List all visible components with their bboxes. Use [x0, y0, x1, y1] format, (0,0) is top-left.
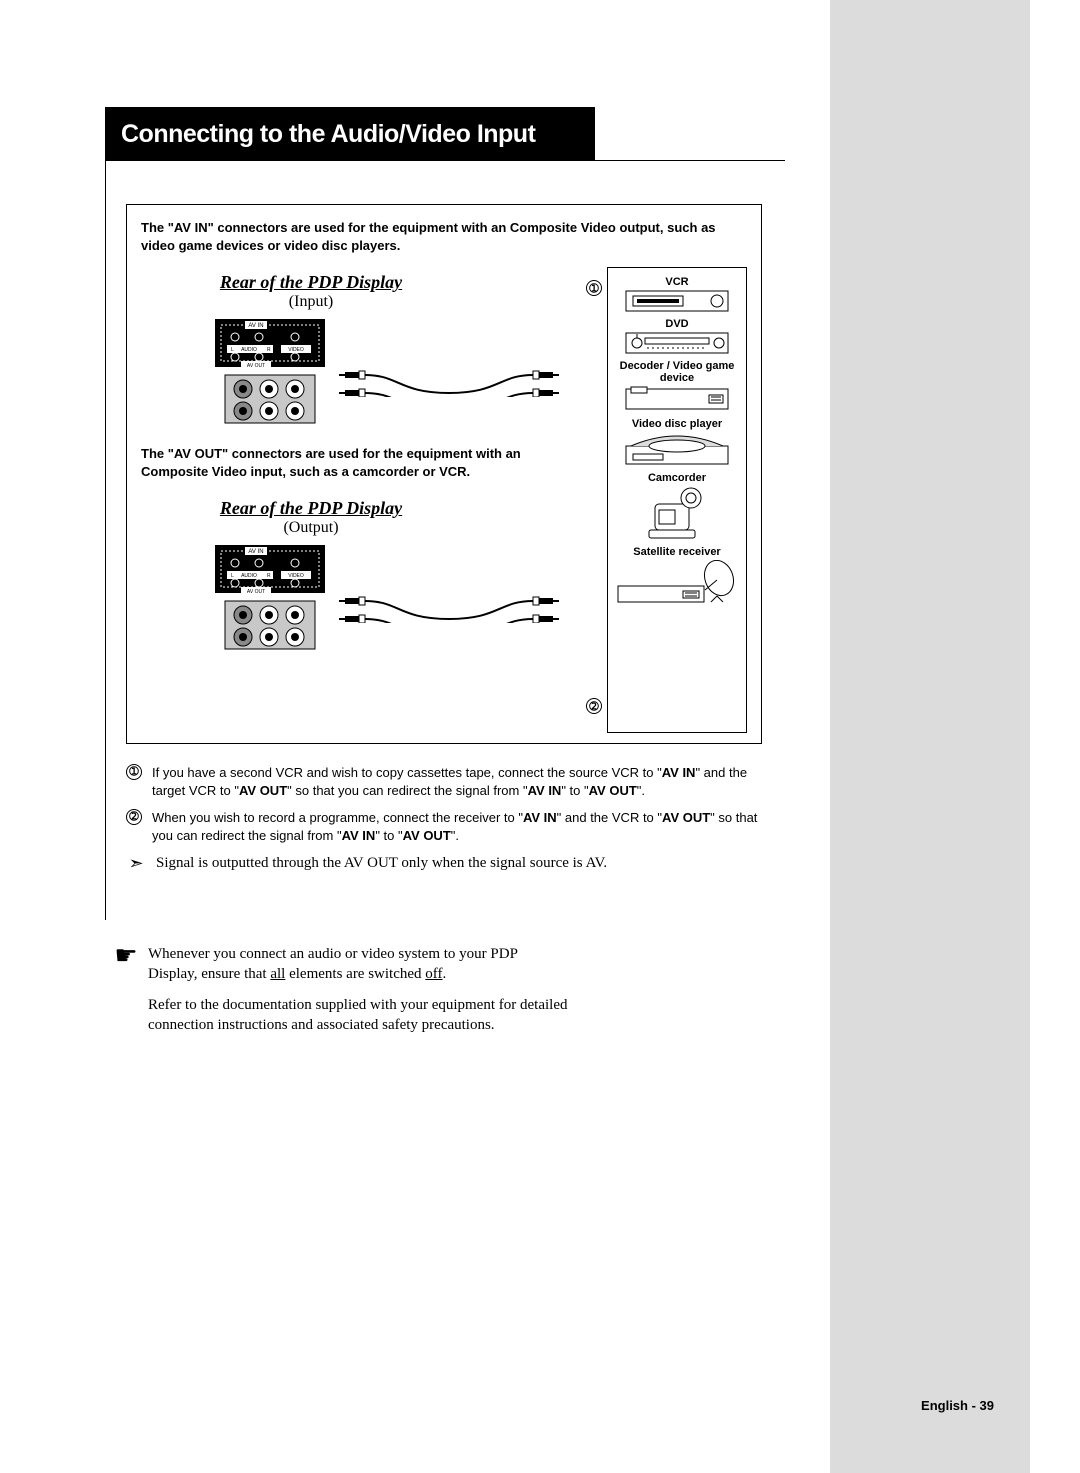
note-2: ➁ When you wish to record a programme, c… [126, 809, 762, 844]
av-panel-input: AV IN L AUDIO R VIDEO AV OUT [211, 317, 329, 427]
vcr-icon [625, 290, 729, 312]
input-section-title: Rear of the PDP Display [181, 272, 441, 293]
sidebar-margin [830, 0, 1030, 1473]
svg-text:R: R [267, 347, 271, 353]
svg-text:AUDIO: AUDIO [241, 347, 257, 353]
camcorder-icon [647, 486, 707, 540]
page-title: Connecting to the Audio/Video Input [121, 120, 535, 149]
numbered-notes: ➀ If you have a second VCR and wish to c… [126, 764, 762, 874]
svg-text:AV OUT: AV OUT [247, 589, 265, 595]
device-list-box: ➀ ➁ VCR DVD Decoder / Video game device … [607, 267, 747, 733]
svg-text:AV IN: AV IN [248, 549, 263, 555]
page-footer: English - 39 [921, 1398, 994, 1413]
label-satellite: Satellite receiver [612, 546, 742, 558]
arrow-note: ➣ Signal is outputted through the AV OUT… [126, 854, 762, 874]
mid-text: The "AV OUT" connectors are used for the… [141, 445, 541, 480]
label-dvd: DVD [612, 318, 742, 330]
label-camcorder: Camcorder [612, 472, 742, 484]
hand-pointer-icon: ☛ [110, 946, 142, 967]
satellite-icon [617, 560, 737, 604]
svg-text:VIDEO: VIDEO [288, 573, 304, 579]
device-marker-2: ➁ [586, 698, 602, 714]
svg-text:AV OUT: AV OUT [247, 363, 265, 369]
av-panel-output: AV IN L AUDIO R VIDEO AV OUT [211, 543, 329, 653]
label-vcr: VCR [612, 276, 742, 288]
game-device-icon [625, 386, 729, 412]
output-section-sub: (Output) [181, 519, 441, 537]
bottom-note-1: Whenever you connect an audio or video s… [148, 944, 570, 985]
device-marker-1: ➀ [586, 280, 602, 296]
output-section-title: Rear of the PDP Display [181, 498, 441, 519]
bottom-note-2: Refer to the documentation supplied with… [148, 995, 570, 1036]
disc-player-icon [625, 432, 729, 466]
svg-text:L: L [231, 347, 234, 353]
intro-text: The "AV IN" connectors are used for the … [141, 219, 747, 254]
note-2-marker: ➁ [126, 809, 142, 825]
label-disc-player: Video disc player [612, 418, 742, 430]
bottom-notes: ☛ Whenever you connect an audio or video… [110, 944, 570, 1045]
svg-text:AV IN: AV IN [248, 323, 263, 329]
input-section-sub: (Input) [181, 293, 441, 311]
svg-text:AUDIO: AUDIO [241, 573, 257, 579]
arrow-icon: ➣ [126, 854, 146, 874]
label-decoder: Decoder / Video game device [612, 360, 742, 384]
note-1: ➀ If you have a second VCR and wish to c… [126, 764, 762, 799]
svg-text:VIDEO: VIDEO [288, 347, 304, 353]
note-1-marker: ➀ [126, 764, 142, 780]
svg-text:R: R [267, 573, 271, 579]
page-title-box: Connecting to the Audio/Video Input [105, 107, 595, 161]
main-diagram-box: The "AV IN" connectors are used for the … [126, 204, 762, 744]
dvd-icon [625, 332, 729, 354]
svg-text:L: L [231, 573, 234, 579]
